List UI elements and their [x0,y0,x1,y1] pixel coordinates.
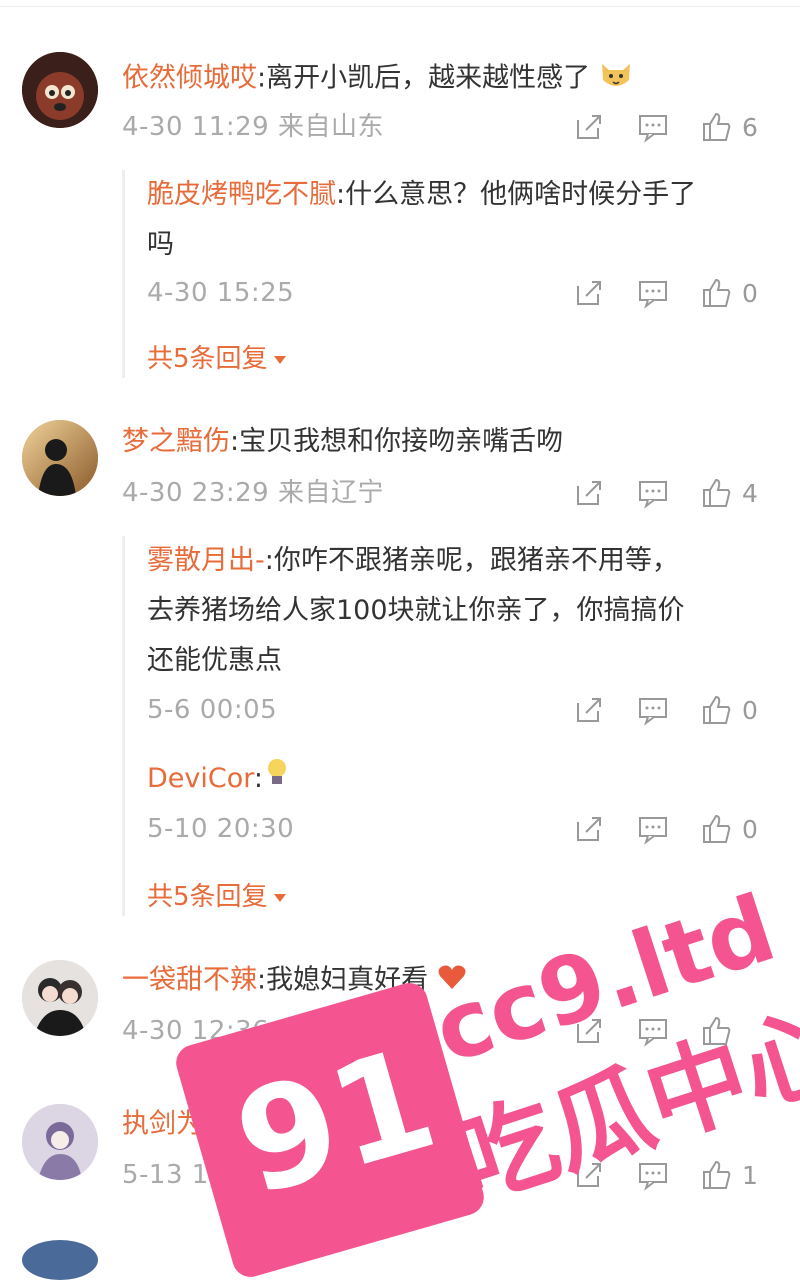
share-icon[interactable] [572,276,606,310]
reply-author[interactable]: DeviCor [147,763,254,794]
comment-actions: 1 [542,1158,760,1192]
comment-item: 梦之黯伤:宝贝我想和你接吻亲嘴舌吻 4-30 23:29 来自辽宁 4 雾散月出… [0,418,800,928]
heart-emoji [367,1108,397,1142]
lightbulb-emoji [263,755,291,805]
avatar-image [22,420,98,496]
share-icon[interactable] [572,1014,606,1048]
reply-meta: 5-10 20:30 0 [147,812,760,846]
reply-text: 脆皮烤鸭吃不腻:什么意思？他俩啥时候分手了 吗 [147,170,760,270]
reply-body-line2: 去养猪场给人家100块就让你亲了，你搞搞价 [147,595,685,626]
share-icon[interactable] [572,693,606,727]
reply-actions: 0 [542,693,760,727]
reply-actions: 0 [542,812,760,846]
like-icon[interactable] [700,1014,734,1048]
comment-author[interactable]: 一袋甜不辣 [122,965,257,996]
more-replies-label: 共5条回复 [147,882,268,912]
share-icon[interactable] [572,476,606,510]
comment-text: 依然倾城哎:离开小凯后，越来越性感了 [122,60,770,98]
comment-body: :老婆 [257,1108,321,1140]
reply-timestamp: 5-10 20:30 [147,814,295,844]
reply-timestamp: 5-6 00:05 [147,695,278,725]
caret-down-icon [273,355,286,364]
comment-meta: 4-30 23:29 来自辽宁 4 [122,476,760,510]
more-replies-label: 共5条回复 [147,344,268,374]
more-replies-link[interactable]: 共5条回复 [147,880,286,914]
heart-emoji [437,964,467,998]
comment-item: 一袋甜不辣:我媳妇真好看 4-30 12:36 来自江苏 [0,952,800,1062]
comment-icon[interactable] [636,1014,670,1048]
avatar[interactable] [22,420,98,496]
like-icon[interactable] [700,110,734,144]
comment-item: 执剑为卿谁:老婆 5-13 10:59 来自湖南 1 [0,1096,800,1206]
comment-body: :离开小凯后，越来越性感了 [257,62,591,94]
comment-body: :我媳妇真好看 [257,964,429,996]
avatar-image [22,1104,98,1180]
comment-actions [542,1014,760,1048]
like-icon[interactable] [700,693,734,727]
reply-text: 雾散月出-:你咋不跟猪亲呢，跟猪亲不用等， 去养猪场给人家100块就让你亲了，你… [147,536,760,686]
avatar-image [22,960,98,1036]
like-icon[interactable] [700,1158,734,1192]
caret-down-icon [273,893,286,902]
like-count: 0 [742,814,758,844]
reply-thread: 脆皮烤鸭吃不腻:什么意思？他俩啥时候分手了 吗 4-30 15:25 0 共5条… [122,170,760,378]
heart-emoji [329,1108,359,1142]
reply-body-line2: 吗 [147,229,174,260]
comment-text: 执剑为卿谁:老婆 [122,1108,770,1142]
reply-timestamp: 4-30 15:25 [147,278,295,308]
comment-meta: 5-13 10:59 来自湖南 1 [122,1158,760,1192]
comment-icon[interactable] [636,1158,670,1192]
reply-actions: 0 [542,276,760,310]
comment-icon[interactable] [636,693,670,727]
like-icon[interactable] [700,276,734,310]
like-count: 6 [742,112,758,142]
comment-icon[interactable] [636,476,670,510]
comment-actions: 6 [542,110,760,144]
comment-text: 梦之黯伤:宝贝我想和你接吻亲嘴舌吻 [122,426,770,458]
share-icon[interactable] [572,110,606,144]
avatar[interactable] [22,52,98,128]
share-icon[interactable] [572,812,606,846]
comment-icon[interactable] [636,812,670,846]
reply-author[interactable]: 脆皮烤鸭吃不腻 [147,179,336,210]
comment-meta: 4-30 11:29 来自山东 6 [122,110,760,144]
comment-item: 依然倾城哎:离开小凯后，越来越性感了 4-30 11:29 来自山东 6 脆皮烤… [0,48,800,398]
avatar[interactable] [22,1240,98,1280]
like-count: 4 [742,478,758,508]
reply-body-line1: :你咋不跟猪亲呢，跟猪亲不用等， [264,545,679,576]
reply-author[interactable]: 雾散月出- [147,545,265,576]
more-replies-link[interactable]: 共5条回复 [147,342,286,376]
avatar[interactable] [22,1104,98,1180]
reply-meta: 4-30 15:25 0 [147,276,760,310]
like-icon[interactable] [700,476,734,510]
avatar-image [22,52,98,128]
reply-thread: 雾散月出-:你咋不跟猪亲呢，跟猪亲不用等， 去养猪场给人家100块就让你亲了，你… [122,536,760,916]
comment-author[interactable]: 执剑为卿谁 [122,1109,257,1140]
reply-body-line1: :什么意思？他俩啥时候分手了 [336,179,697,210]
like-count: 0 [742,278,758,308]
comment-icon[interactable] [636,110,670,144]
comment-body: :宝贝我想和你接吻亲嘴舌吻 [230,426,564,457]
reply-body-line3: 还能优惠点 [147,645,282,676]
comment-author[interactable]: 依然倾城哎 [122,63,257,94]
share-icon[interactable] [572,1158,606,1192]
top-divider [0,6,800,7]
comment-timestamp: 4-30 12:36 来自江苏 [122,1016,384,1046]
comment-actions: 4 [542,476,760,510]
reply-body-line1: : [253,763,263,794]
comment-icon[interactable] [636,276,670,310]
reply-meta: 5-6 00:05 0 [147,693,760,727]
comment-timestamp: 5-13 10:59 来自湖南 [122,1160,384,1190]
comment-author[interactable]: 梦之黯伤 [122,426,230,457]
like-icon[interactable] [700,812,734,846]
like-count: 1 [742,1160,758,1190]
avatar[interactable] [22,960,98,1036]
reply-text: DeviCor: [147,754,760,805]
comment-text: 一袋甜不辣:我媳妇真好看 [122,964,770,998]
cat-face-emoji [599,60,633,98]
comment-timestamp: 4-30 23:29 来自辽宁 [122,478,384,508]
comment-meta: 4-30 12:36 来自江苏 [122,1014,760,1048]
like-count: 0 [742,695,758,725]
comment-timestamp: 4-30 11:29 来自山东 [122,112,384,142]
